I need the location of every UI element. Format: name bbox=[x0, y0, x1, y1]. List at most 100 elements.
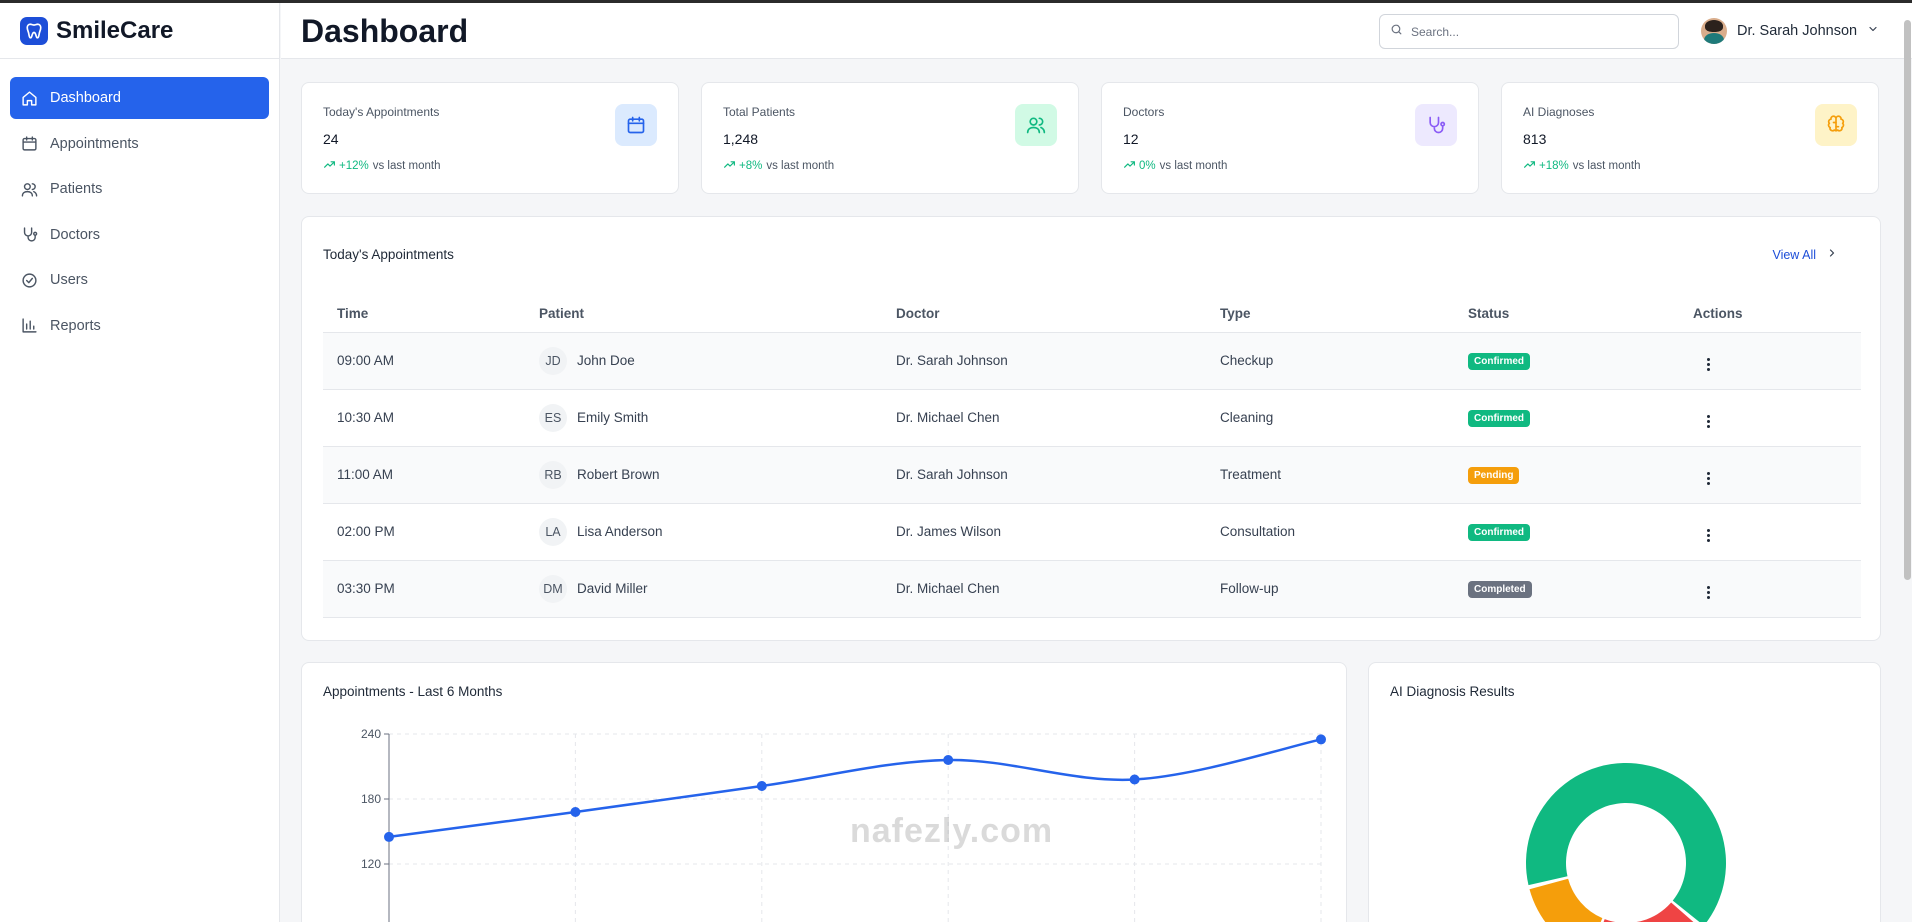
sidebar-item-reports[interactable]: Reports bbox=[10, 305, 269, 347]
search-input[interactable] bbox=[1411, 24, 1661, 39]
column-header[interactable]: Doctor bbox=[882, 295, 1206, 333]
user-menu[interactable]: Dr. Sarah Johnson bbox=[1701, 18, 1879, 44]
column-header[interactable]: Time bbox=[323, 295, 525, 333]
check-circle-icon bbox=[20, 271, 38, 289]
patient-name: Lisa Anderson bbox=[577, 524, 663, 539]
appointments-table: Time Patient Doctor Type Status Actions … bbox=[323, 295, 1861, 618]
status-cell: Completed bbox=[1454, 560, 1679, 618]
actions-cell bbox=[1679, 332, 1861, 390]
sidebar-item-label: Users bbox=[50, 272, 88, 288]
stat-change-suffix: vs last month bbox=[766, 160, 835, 172]
appointment-time: 10:30 AM bbox=[323, 389, 525, 447]
table-row[interactable]: 02:00 PM LA Lisa Anderson Dr. James Wilso… bbox=[323, 503, 1861, 561]
stat-card-patients: Total Patients 1,248 +8% vs last month bbox=[701, 82, 1079, 194]
status-cell: Confirmed bbox=[1454, 503, 1679, 561]
stat-change: +18% bbox=[1539, 160, 1569, 172]
stat-change: 0% bbox=[1139, 160, 1156, 172]
chevron-down-icon bbox=[1867, 22, 1879, 40]
status-cell: Pending bbox=[1454, 446, 1679, 504]
data-point bbox=[1129, 774, 1140, 785]
patient-initials: LA bbox=[539, 517, 567, 546]
doctor-name: Dr. Michael Chen bbox=[882, 389, 1206, 447]
view-all-link[interactable]: View All bbox=[1772, 247, 1848, 262]
data-point bbox=[570, 807, 581, 817]
patient-name: Emily Smith bbox=[577, 410, 649, 425]
pie-slice bbox=[1529, 878, 1603, 922]
sidebar-item-dashboard[interactable]: Dashboard bbox=[10, 77, 269, 119]
patient-name: Robert Brown bbox=[577, 467, 660, 482]
data-point bbox=[384, 831, 394, 842]
y-tick-label: 180 bbox=[361, 792, 381, 806]
trending-up-icon bbox=[1523, 158, 1536, 174]
ai-diagnosis-card: AI Diagnosis Results bbox=[1368, 662, 1881, 922]
stat-label: Today's Appointments bbox=[323, 105, 440, 119]
table-row[interactable]: 09:00 AM JD John Doe Dr. Sarah Johnson Ch… bbox=[323, 332, 1861, 390]
sidebar-item-patients[interactable]: Patients bbox=[10, 168, 269, 210]
stat-label: AI Diagnoses bbox=[1523, 105, 1595, 119]
column-header[interactable]: Type bbox=[1206, 295, 1454, 333]
y-tick-label: 240 bbox=[361, 727, 381, 741]
status-cell: Confirmed bbox=[1454, 332, 1679, 390]
actions-cell bbox=[1679, 503, 1861, 561]
appointments-title: Today's Appointments bbox=[323, 247, 454, 262]
stat-trend: +12% vs last month bbox=[323, 158, 440, 174]
more-vertical-icon[interactable] bbox=[1703, 585, 1713, 600]
y-tick-label: 120 bbox=[361, 857, 381, 871]
more-vertical-icon[interactable] bbox=[1703, 471, 1713, 486]
appointment-type: Treatment bbox=[1206, 446, 1454, 504]
appointments-card: Today's Appointments View All Time Patie… bbox=[301, 216, 1881, 641]
bar-chart-icon bbox=[20, 317, 38, 335]
table-row[interactable]: 10:30 AM ES Emily Smith Dr. Michael Chen … bbox=[323, 389, 1861, 447]
brain-icon bbox=[1815, 104, 1857, 146]
patient-initials: DM bbox=[539, 574, 567, 603]
appointment-time: 02:00 PM bbox=[323, 503, 525, 561]
stat-card-doctors: Doctors 12 0% vs last month bbox=[1101, 82, 1479, 194]
users-icon bbox=[20, 180, 38, 198]
status-badge: Confirmed bbox=[1468, 523, 1530, 541]
stat-value: 813 bbox=[1523, 131, 1547, 147]
sidebar-nav: Dashboard Appointments Patients Doctors … bbox=[0, 59, 279, 368]
patient-cell: JD John Doe bbox=[525, 332, 882, 390]
users-icon bbox=[1015, 104, 1057, 146]
brand[interactable]: SmileCare bbox=[0, 3, 279, 59]
data-point bbox=[943, 755, 954, 765]
sidebar-item-doctors[interactable]: Doctors bbox=[10, 214, 269, 256]
more-vertical-icon[interactable] bbox=[1703, 357, 1713, 372]
sidebar-item-label: Reports bbox=[50, 317, 101, 334]
sidebar-item-appointments[interactable]: Appointments bbox=[10, 123, 269, 165]
tooth-logo-icon bbox=[20, 16, 48, 45]
status-badge: Completed bbox=[1468, 580, 1532, 598]
table-row[interactable]: 11:00 AM RB Robert Brown Dr. Sarah Johnso… bbox=[323, 446, 1861, 504]
patient-cell: DM David Miller bbox=[525, 560, 882, 618]
patient-initials: RB bbox=[539, 460, 567, 489]
stat-label: Doctors bbox=[1123, 105, 1165, 119]
actions-cell bbox=[1679, 389, 1861, 447]
status-badge: Pending bbox=[1468, 466, 1520, 484]
status-badge: Confirmed bbox=[1468, 352, 1530, 370]
top-header: Dashboard Dr. Sarah Johnson bbox=[281, 3, 1912, 59]
search-box[interactable] bbox=[1379, 14, 1679, 49]
more-vertical-icon[interactable] bbox=[1703, 414, 1713, 429]
appointments-trend-card: Appointments - Last 6 Months 60120180240 bbox=[301, 662, 1347, 922]
brand-name: SmileCare bbox=[56, 16, 174, 44]
trending-up-icon bbox=[1123, 158, 1136, 174]
sidebar-item-users[interactable]: Users bbox=[10, 259, 269, 301]
table-header-row: Time Patient Doctor Type Status Actions bbox=[323, 295, 1861, 333]
page-scrollbar[interactable] bbox=[1904, 20, 1911, 580]
stat-label: Total Patients bbox=[723, 105, 796, 119]
column-header[interactable]: Status bbox=[1454, 295, 1679, 333]
patient-name: John Doe bbox=[577, 353, 635, 368]
column-header: Actions bbox=[1679, 295, 1861, 333]
stat-change: +8% bbox=[739, 160, 763, 172]
column-header[interactable]: Patient bbox=[525, 295, 882, 333]
status-badge: Confirmed bbox=[1468, 409, 1530, 427]
appointment-time: 11:00 AM bbox=[323, 446, 525, 504]
donut-chart bbox=[1526, 763, 1726, 922]
status-cell: Confirmed bbox=[1454, 389, 1679, 447]
doctor-name: Dr. Sarah Johnson bbox=[882, 332, 1206, 390]
calendar-icon bbox=[615, 104, 657, 146]
appointment-type: Follow-up bbox=[1206, 560, 1454, 618]
table-row[interactable]: 03:30 PM DM David Miller Dr. Michael Chen… bbox=[323, 560, 1861, 618]
avatar bbox=[1701, 18, 1727, 44]
more-vertical-icon[interactable] bbox=[1703, 528, 1713, 543]
